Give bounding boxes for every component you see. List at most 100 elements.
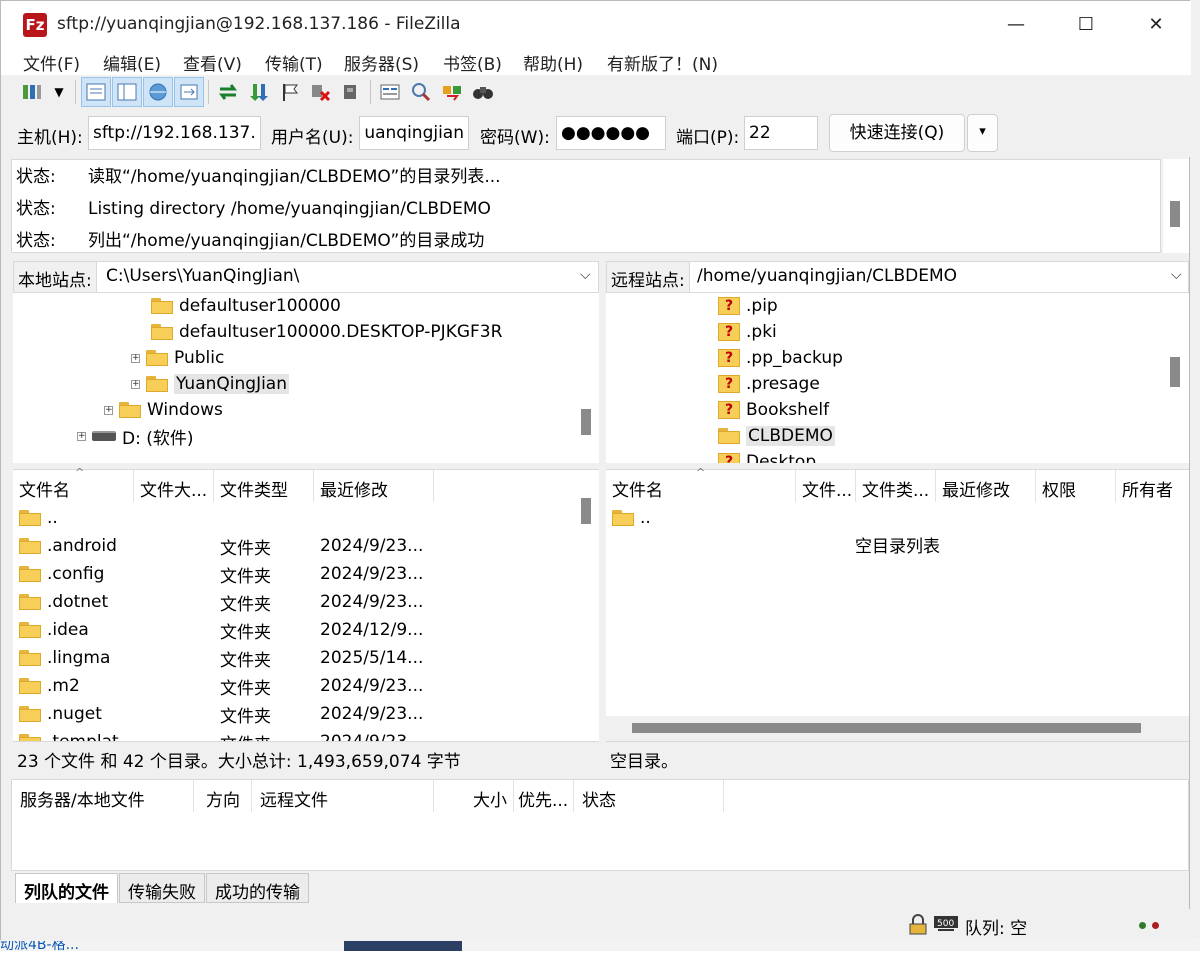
column-header-modified[interactable]: 最近修改: [314, 470, 434, 502]
chevron-down-icon[interactable]: ⌵: [1171, 267, 1182, 283]
file-row[interactable]: .config 文件夹 2024/9/23...: [13, 560, 440, 588]
log-text: 读取“/home/yuanqingjian/CLBDEMO”的目录列表...: [88, 167, 501, 187]
minimize-button[interactable]: —: [981, 1, 1051, 47]
column-header-filetype[interactable]: 文件类...: [856, 470, 936, 502]
local-path-input[interactable]: C:\Users\YuanQingJian\: [106, 266, 299, 286]
menu-view[interactable]: 查看(V): [183, 50, 242, 75]
column-header-modified[interactable]: 最近修改: [936, 470, 1036, 502]
tree-node[interactable]: ? Desktop: [718, 449, 816, 463]
queue-column-server-local-file[interactable]: 服务器/本地文件: [12, 780, 194, 812]
remote-list-hscroll-thumb[interactable]: [632, 723, 1141, 733]
tree-node[interactable]: + Public: [131, 345, 224, 371]
queue-column-size[interactable]: 大小: [434, 780, 514, 812]
tree-node[interactable]: defaultuser100000.DESKTOP-PJKGF3R: [151, 319, 502, 345]
file-row[interactable]: .idea 文件夹 2024/12/9...: [13, 616, 440, 644]
toggle-remote-tree-icon[interactable]: [143, 77, 173, 107]
sync-browse-icon[interactable]: [406, 77, 436, 107]
column-header-filesize[interactable]: 文件大...: [134, 470, 214, 502]
log-scroll-thumb[interactable]: [1170, 201, 1180, 227]
file-row[interactable]: .android 文件夹 2024/9/23...: [13, 532, 440, 560]
file-row[interactable]: ..: [606, 504, 812, 532]
chevron-down-icon[interactable]: ⌵: [580, 267, 591, 283]
local-tree-scrollbar[interactable]: [579, 293, 593, 463]
column-header-permissions[interactable]: 权限: [1036, 470, 1116, 502]
speed-limit-icon[interactable]: 500: [933, 914, 959, 941]
file-row[interactable]: .nuget 文件夹 2024/9/23...: [13, 700, 440, 728]
tree-node[interactable]: defaultuser100000: [151, 293, 341, 319]
tree-node[interactable]: ? .pp_backup: [718, 345, 843, 371]
tree-node-selected[interactable]: CLBDEMO: [718, 423, 835, 449]
quickconnect-dropdown-button[interactable]: ▾: [967, 114, 998, 152]
file-row[interactable]: ..: [13, 504, 226, 532]
local-tree-scroll-thumb[interactable]: [581, 409, 591, 435]
tab-successful-transfers[interactable]: 成功的传输: [206, 873, 309, 903]
file-row-partial[interactable]: .templat文件夹2024/9/23...: [13, 728, 583, 742]
disconnect-icon[interactable]: [335, 77, 365, 107]
queue-column-remote-file[interactable]: 远程文件: [252, 780, 434, 812]
toggle-queue-icon[interactable]: [174, 77, 204, 107]
remote-tree-scroll-thumb[interactable]: [1170, 357, 1180, 387]
queue-column-direction[interactable]: 方向: [194, 780, 252, 812]
username-input[interactable]: uanqingjian: [359, 116, 469, 150]
menu-new-version[interactable]: 有新版了！(N): [607, 50, 718, 75]
process-queue-icon[interactable]: [244, 77, 274, 107]
file-row[interactable]: .lingma 文件夹 2025/5/14...: [13, 644, 440, 672]
column-header-filename[interactable]: 文件名: [13, 470, 134, 502]
folder-icon: [19, 510, 41, 526]
menu-bookmarks[interactable]: 书签(B): [443, 50, 502, 75]
unknown-folder-icon: ?: [718, 297, 740, 315]
port-input[interactable]: 22: [744, 116, 818, 150]
expand-icon[interactable]: +: [131, 379, 140, 389]
empty-directory-message: 空目录列表: [855, 537, 940, 557]
file-row[interactable]: .dotnet 文件夹 2024/9/23...: [13, 588, 440, 616]
column-header-filesize[interactable]: 文件...: [796, 470, 856, 502]
filter-flag-icon[interactable]: [275, 77, 305, 107]
expand-icon[interactable]: +: [77, 431, 86, 441]
tree-node[interactable]: ? .pki: [718, 319, 777, 345]
local-site-label: 本地站点:: [14, 262, 97, 292]
menu-edit[interactable]: 编辑(E): [103, 50, 161, 75]
site-manager-icon[interactable]: [17, 77, 47, 107]
remote-path-input[interactable]: /home/yuanqingjian/CLBDEMO: [697, 266, 957, 286]
tree-node[interactable]: + Windows: [104, 397, 223, 423]
directory-compare-icon[interactable]: [437, 77, 467, 107]
tree-node[interactable]: ? .presage: [718, 371, 820, 397]
menu-file[interactable]: 文件(F): [23, 50, 80, 75]
local-list-scroll-thumb[interactable]: [581, 498, 591, 524]
queue-column-status[interactable]: 状态: [574, 780, 724, 812]
file-row[interactable]: .m2 文件夹 2024/9/23...: [13, 672, 440, 700]
bg-taskbar-item: [344, 940, 462, 951]
host-input[interactable]: sftp://192.168.137.: [88, 116, 261, 150]
folder-icon: [19, 538, 41, 554]
remote-file-list-header: 文件名 文件... 文件类... 最近修改 权限 所有者: [606, 470, 1189, 502]
tree-node[interactable]: ? .pip: [718, 293, 778, 319]
menu-server[interactable]: 服务器(S): [344, 50, 419, 75]
tab-failed-transfers[interactable]: 传输失败: [119, 873, 205, 903]
tab-queued-files[interactable]: 列队的文件: [15, 873, 118, 903]
expand-icon[interactable]: +: [104, 405, 113, 415]
folder-icon: [19, 650, 41, 666]
tree-node[interactable]: ? Bookshelf: [718, 397, 829, 423]
toggle-local-tree-icon[interactable]: [112, 77, 142, 107]
quickconnect-button[interactable]: 快速连接(Q): [829, 114, 965, 152]
menu-help[interactable]: 帮助(H): [523, 50, 583, 75]
dropdown-arrow-icon[interactable]: ▼: [47, 77, 71, 107]
close-button[interactable]: ✕: [1121, 1, 1191, 47]
cancel-icon[interactable]: [305, 77, 335, 107]
maximize-button[interactable]: ☐: [1051, 1, 1121, 47]
expand-icon[interactable]: +: [131, 353, 140, 363]
tree-node[interactable]: + D: (软件): [77, 423, 194, 449]
queue-column-priority[interactable]: 优先...: [514, 780, 574, 812]
column-header-filetype[interactable]: 文件类型: [214, 470, 314, 502]
column-header-owner[interactable]: 所有者: [1116, 470, 1189, 502]
menu-transfer[interactable]: 传输(T): [265, 50, 323, 75]
status-bar: 500 队列: 空: [1, 909, 1191, 941]
folder-icon: [19, 566, 41, 582]
password-input[interactable]: ●●●●●●: [556, 116, 666, 150]
toggle-log-icon[interactable]: [81, 77, 111, 107]
search-icon[interactable]: [468, 77, 498, 107]
tree-node-selected[interactable]: + YuanQingJian: [131, 371, 289, 397]
refresh-icon[interactable]: [213, 77, 243, 107]
compare-icon[interactable]: [375, 77, 405, 107]
local-file-list: 文件名 文件大... 文件类型 最近修改 ^ .. .android 文件夹 202…: [13, 466, 599, 742]
